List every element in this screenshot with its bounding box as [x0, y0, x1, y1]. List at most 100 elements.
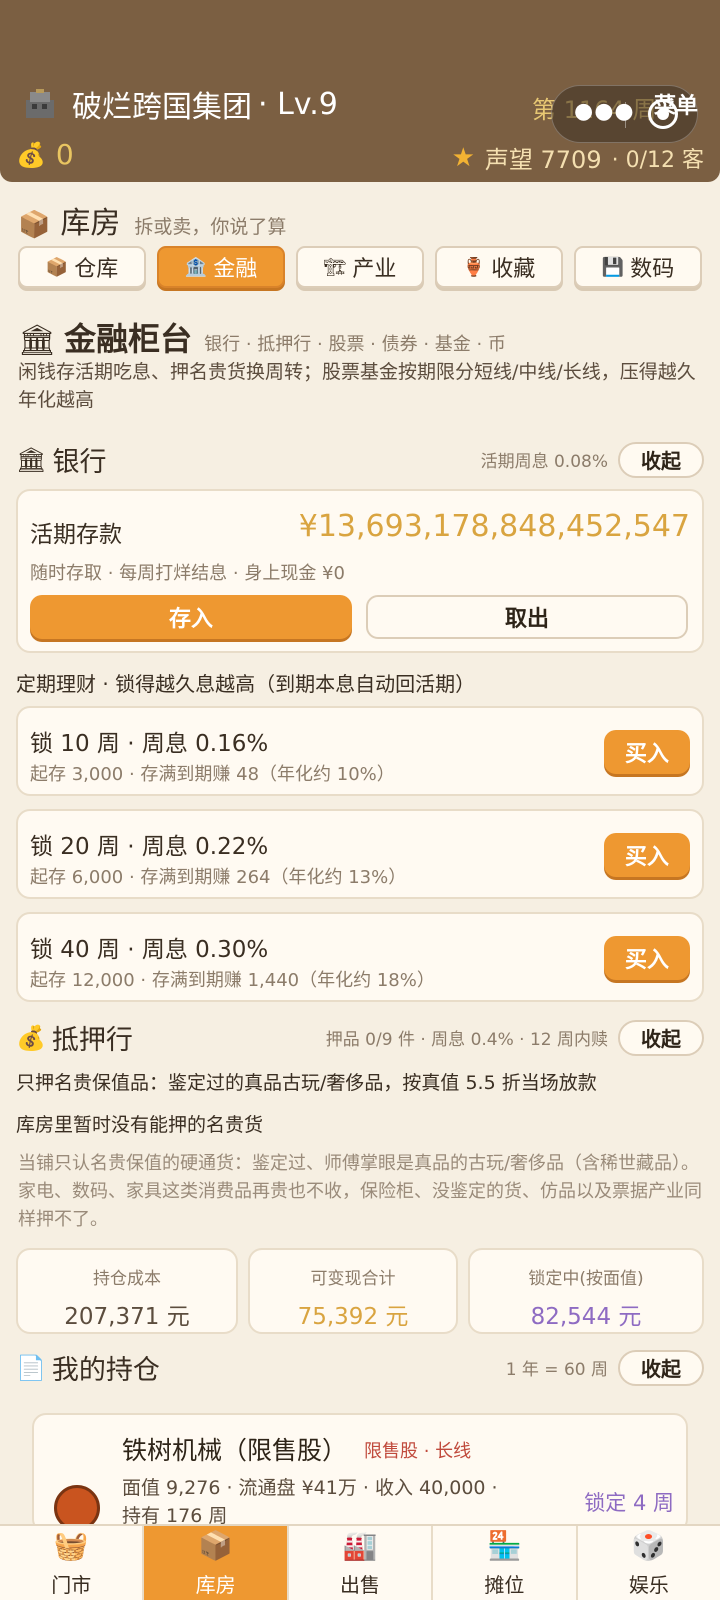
withdraw-button[interactable]: 取出: [366, 595, 688, 639]
basket-icon: 🧺: [53, 1528, 89, 1562]
bank-title: 银行: [52, 447, 107, 478]
holding-name: 铁树机械（限售股）: [122, 1436, 348, 1465]
category-tabs: 📦 仓库 🏦 金融 🏗 产业 🏺 收藏 💾 数码: [18, 246, 702, 288]
pawn-title: 抵押行: [51, 1025, 133, 1056]
nav-stall[interactable]: 🏪 摊位: [433, 1526, 578, 1600]
company-level: · Lv.9: [258, 86, 338, 122]
vase-icon: 🏺: [462, 256, 486, 278]
box-icon: 📦: [198, 1528, 234, 1562]
tab-finance[interactable]: 🏦 金融: [157, 246, 285, 288]
bank-rate: 活期周息 0.08%: [480, 452, 608, 472]
stat-value: 82,544 元: [530, 1304, 642, 1330]
finance-title-text: 金融柜台: [64, 320, 193, 358]
tab-industry[interactable]: 🏗 产业: [296, 246, 424, 288]
fixed-deposit-heading: 定期理财 · 锁得越久息越高（到期本息自动回活期）: [16, 672, 476, 696]
dice-icon: 🎲: [631, 1528, 667, 1562]
company-name: 破烂跨国集团: [72, 90, 252, 125]
deposit-info: 随时存取 · 每周打烊结息 · 身上现金 ¥0: [30, 563, 345, 584]
stat-label: 可变现合计: [310, 1269, 396, 1289]
money-row: 💰 0: [16, 138, 74, 171]
nav-label: 库房: [195, 1572, 236, 1597]
money-bag-icon: 💰: [16, 140, 46, 169]
document-icon: 📄: [16, 1353, 46, 1382]
tab-label: 产业: [352, 257, 397, 282]
tab-label: 收藏: [491, 257, 536, 282]
pawn-collapse-button[interactable]: 收起: [618, 1019, 704, 1056]
fixed-deposit-detail: 起存 6,000 · 存满到期赚 264（年化约 13%）: [30, 867, 407, 888]
stat-value: 207,371 元: [64, 1304, 190, 1330]
stat-liquid: 可变现合计 75,392 元: [248, 1248, 458, 1334]
floppy-icon: 💾: [601, 256, 625, 278]
nav-shop[interactable]: 🧺 门市: [0, 1526, 145, 1600]
section-title: 📦 库房 拆或卖，你说了算: [18, 198, 286, 242]
bank-header: 🏛 银行 活期周息 0.08% 收起: [16, 440, 704, 479]
holding-lock: 锁定 4 周: [584, 1491, 674, 1515]
fixed-deposit-term: 锁 10 周 · 周息 0.16%: [30, 731, 269, 757]
nav-entertainment[interactable]: 🎲 娱乐: [578, 1526, 720, 1600]
buy-button[interactable]: 买入: [604, 936, 690, 980]
tab-warehouse[interactable]: 📦 仓库: [18, 246, 146, 288]
nav-label: 出售: [340, 1572, 381, 1597]
nav-label: 摊位: [484, 1572, 525, 1597]
holdings-header: 📄 我的持仓 1 年 = 60 周 收起: [16, 1348, 704, 1387]
stat-label: 锁定中(按面值): [528, 1269, 644, 1289]
reputation-row: ★ 声望 7709 · 0/12 客: [452, 140, 704, 175]
box-icon: 📦: [45, 256, 69, 278]
nav-label: 娱乐: [628, 1572, 669, 1597]
deposit-amount: ¥13,693,178,848,452,547: [298, 509, 690, 544]
fixed-deposit-term: 锁 40 周 · 周息 0.30%: [30, 937, 269, 963]
holdings-collapse-button[interactable]: 收起: [618, 1349, 704, 1386]
stat-locked: 锁定中(按面值) 82,544 元: [468, 1248, 704, 1334]
stat-value: 75,392 元: [297, 1304, 409, 1330]
holding-item[interactable]: 铁树机械（限售股） 限售股 · 长线 面值 9,276 · 流通盘 ¥41万 ·…: [32, 1413, 688, 1533]
fixed-deposit-item: 锁 20 周 · 周息 0.22% 起存 6,000 · 存满到期赚 264（年…: [16, 809, 704, 899]
tab-label: 数码: [630, 257, 675, 282]
tab-label: 仓库: [74, 257, 119, 282]
buy-button[interactable]: 买入: [604, 730, 690, 774]
finance-title: 🏛 金融柜台 银行 · 抵押行 · 股票 · 债券 · 基金 · 币: [18, 314, 506, 360]
holdings-meta: 1 年 = 60 周: [505, 1360, 608, 1380]
nav-warehouse[interactable]: 📦 库房: [144, 1526, 289, 1600]
fixed-deposit-item: 锁 40 周 · 周息 0.30% 起存 12,000 · 存满到期赚 1,44…: [16, 912, 704, 1002]
factory-ruins-icon: [26, 89, 54, 118]
customer-count: · 0/12 客: [611, 147, 704, 173]
section-subtitle: 拆或卖，你说了算: [134, 216, 287, 238]
finance-description: 闲钱存活期吃息、押名贵货换周转；股票基金按期限分短线/中线/长线，压得越久年化越…: [18, 361, 696, 411]
fixed-deposit-term: 锁 20 周 · 周息 0.22%: [30, 834, 269, 860]
stat-cost: 持仓成本 207,371 元: [16, 1248, 238, 1334]
nav-label: 门市: [51, 1572, 92, 1597]
stat-label: 持仓成本: [93, 1269, 161, 1289]
top-header: 破烂跨国集团 · Lv.9 第 1164 周 ●●● 菜单 💰 0 ★ 声望 7…: [0, 0, 720, 182]
bank-icon: 🏛: [16, 445, 47, 474]
box-icon: 📦: [18, 210, 51, 240]
tab-label: 金融: [213, 257, 258, 282]
demand-deposit-card: 活期存款 ¥13,693,178,848,452,547 随时存取 · 每周打烊…: [16, 489, 704, 653]
deposit-label: 活期存款: [30, 522, 122, 548]
pawn-header: 💰 抵押行 押品 0/9 件 · 周息 0.4% · 12 周内赎 收起: [16, 1018, 704, 1057]
holding-tag: 限售股 · 长线: [364, 1441, 472, 1462]
fixed-deposit-item: 锁 10 周 · 周息 0.16% 起存 3,000 · 存满到期赚 48（年化…: [16, 706, 704, 796]
company-row: 破烂跨国集团 · Lv.9: [22, 82, 338, 126]
bottom-nav: 🧺 门市 📦 库房 🏭 出售 🏪 摊位 🎲 娱乐: [0, 1524, 720, 1600]
menu-button[interactable]: 菜单: [654, 88, 698, 120]
pawn-empty-message: 库房里暂时没有能押的名贵货: [16, 1114, 264, 1136]
money-value: 0: [55, 138, 74, 171]
reputation-value: 声望 7709: [484, 146, 602, 174]
crane-icon: 🏗: [323, 256, 347, 278]
deposit-button[interactable]: 存入: [30, 595, 352, 639]
section-title-text: 库房: [60, 206, 121, 241]
star-icon: ★: [451, 142, 475, 173]
holding-detail: 面值 9,276 · 流通盘 ¥41万 · 收入 40,000 ·: [122, 1477, 498, 1499]
pawn-meta: 押品 0/9 件 · 周息 0.4% · 12 周内赎: [325, 1030, 608, 1050]
capsule-divider: [625, 102, 626, 128]
tab-digital[interactable]: 💾 数码: [574, 246, 702, 288]
pawn-rule: 只押名贵保值品：鉴定过的真品古玩/奢侈品，按真值 5.5 折当场放款: [16, 1072, 597, 1094]
nav-sell[interactable]: 🏭 出售: [289, 1526, 434, 1600]
bank-icon: 🏦: [184, 256, 208, 278]
buy-button[interactable]: 买入: [604, 833, 690, 877]
finance-subtitle: 银行 · 抵押行 · 股票 · 债券 · 基金 · 币: [204, 334, 506, 355]
fixed-deposit-detail: 起存 12,000 · 存满到期赚 1,440（年化约 18%）: [30, 970, 435, 991]
bank-collapse-button[interactable]: 收起: [618, 441, 704, 478]
store-24-icon: 🏪: [486, 1528, 522, 1562]
tab-collection[interactable]: 🏺 收藏: [435, 246, 563, 288]
